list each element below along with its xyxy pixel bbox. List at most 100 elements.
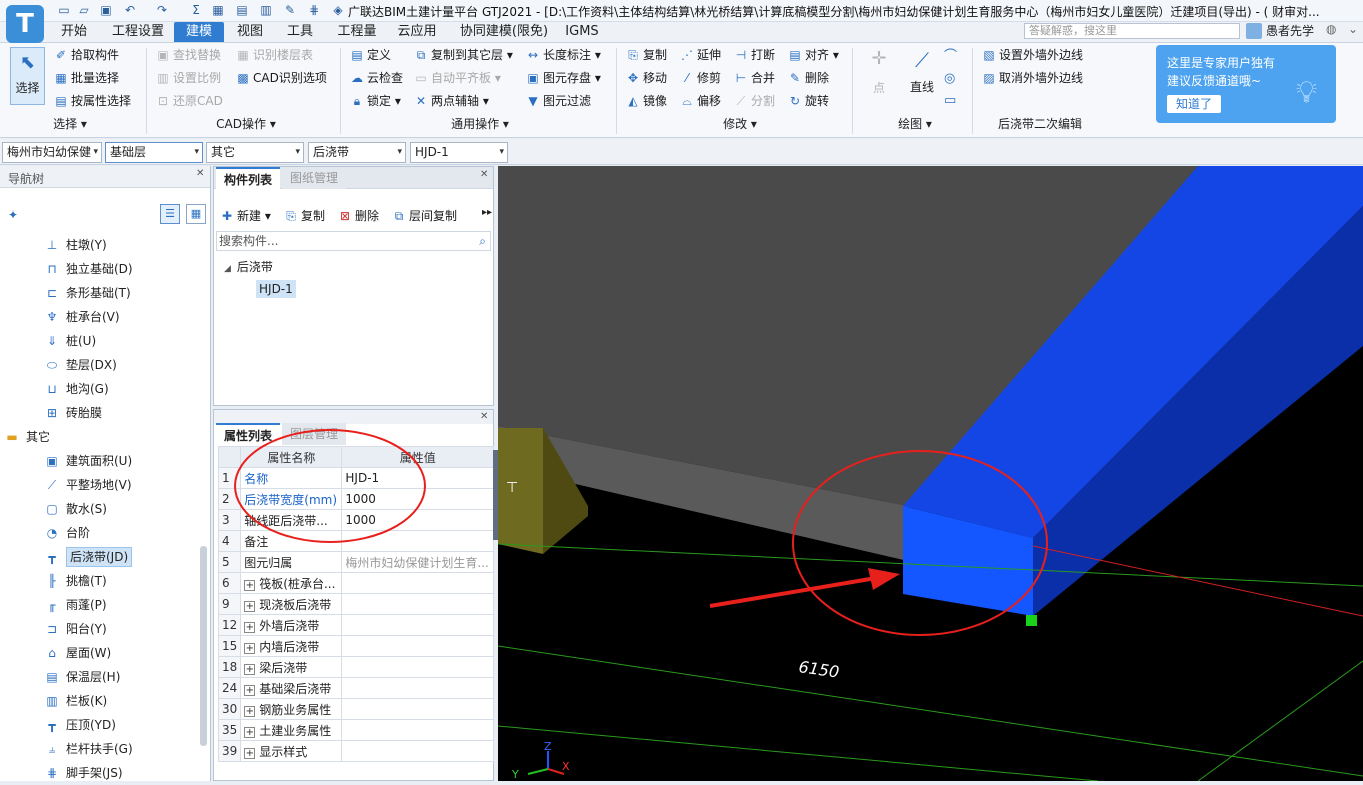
close-icon[interactable]: ✕ (480, 411, 488, 422)
tip-dismiss-button[interactable]: 知道了 (1167, 95, 1221, 113)
close-icon[interactable]: ✕ (480, 169, 488, 180)
align-button[interactable]: ▤ 对齐 ▾ (788, 45, 839, 65)
line-button[interactable]: ⟋ 直线 (904, 48, 940, 98)
tree-root[interactable]: ◢ 后浇带 (224, 257, 273, 279)
find-replace-button[interactable]: ▣ 查找替换 (156, 45, 221, 65)
nav-item[interactable]: ⊔ 地沟(G) (44, 377, 108, 401)
nav-item[interactable]: ▣ 建筑面积(U) (44, 449, 132, 473)
table-row[interactable]: 6 + 筏板(桩承台... (217, 572, 494, 594)
grid-icon[interactable]: ⋕ (306, 2, 322, 18)
plugin-icon[interactable]: ◈ (330, 2, 346, 18)
nav-item[interactable]: ⊏ 条形基础(T) (44, 281, 131, 305)
two-point-axis-button[interactable]: ✕ 两点辅轴 ▾ (414, 91, 489, 111)
nav-item-post-pour-strip[interactable]: ┳ 后浇带(JD) (44, 545, 133, 569)
table-row[interactable]: 12 + 外墙后浇带 (217, 614, 494, 636)
nav-item[interactable]: ▢ 散水(S) (44, 497, 107, 521)
merge-button[interactable]: ⊢ 合并 (734, 68, 775, 88)
group-label-general[interactable]: 通用操作 ▾ (420, 114, 540, 134)
mirror-button[interactable]: ◭ 镜像 (626, 91, 667, 111)
nav-item[interactable]: ╓ 雨蓬(P) (44, 593, 106, 617)
copy-between-floors-button[interactable]: ⧉ 层间复制 (392, 206, 457, 226)
expand-icon[interactable]: + (244, 663, 256, 675)
table-row[interactable]: 15 + 内墙后浇带 (217, 635, 494, 657)
expand-icon[interactable]: + (244, 642, 256, 654)
tab-project-settings[interactable]: 工程设置 (108, 22, 168, 42)
expand-icon[interactable]: + (244, 621, 256, 633)
identify-floor-table-button[interactable]: ▦ 识别楼层表 (236, 45, 313, 65)
break-button[interactable]: ⊣ 打断 (734, 45, 775, 65)
grid-view-icon[interactable]: ▦ (186, 204, 206, 224)
table-row[interactable]: 9 + 现浇板后浇带 (217, 593, 494, 615)
component-search-input[interactable]: 搜索构件... ⌕ (216, 231, 491, 251)
category-combo[interactable]: 其它 ▾ (206, 142, 304, 163)
set-scale-button[interactable]: ▥ 设置比例 (156, 68, 221, 88)
new-component-button[interactable]: ✚ 新建 ▾ (220, 206, 271, 226)
tab-collab-modeling[interactable]: 协同建模(限免) (452, 22, 556, 42)
nav-item[interactable]: ⊞ 砖胎膜 (44, 401, 102, 425)
grip-point[interactable] (1026, 615, 1037, 626)
select-by-property-button[interactable]: ▤ 按属性选择 (54, 91, 131, 111)
nav-item[interactable]: ▥ 栏板(K) (44, 689, 107, 713)
nav-item[interactable]: ┳ 压顶(YD) (44, 713, 116, 737)
nav-item[interactable]: ⊓ 独立基础(D) (44, 257, 132, 281)
help-search-input[interactable]: 答疑解惑，搜这里 (1024, 23, 1240, 39)
undo-icon[interactable]: ↶ (122, 2, 138, 18)
length-dimension-button[interactable]: ↔ 长度标注 ▾ (526, 45, 601, 65)
trim-button[interactable]: ⁄ 修剪 (680, 68, 721, 88)
project-combo[interactable]: 梅州市妇幼保健 ▾ (2, 142, 102, 163)
expand-icon[interactable]: + (244, 747, 256, 759)
nav-item[interactable]: ⬭ 垫层(DX) (44, 353, 117, 377)
nav-item[interactable]: ⫨ 栏杆扶手(G) (44, 737, 133, 761)
nav-category-other[interactable]: ▬ 其它 (4, 425, 50, 449)
nav-item[interactable]: ▤ 保温层(H) (44, 665, 120, 689)
table-row[interactable]: 35 + 土建业务属性 (217, 719, 494, 741)
floor-combo[interactable]: 基础层 ▾ (105, 142, 203, 163)
report-icon[interactable]: ▤ (234, 2, 250, 18)
auto-align-slab-button[interactable]: ▭ 自动平齐板 ▾ (414, 68, 501, 88)
nav-scrollbar[interactable] (200, 546, 207, 746)
user-name[interactable]: 愚者先学 (1266, 23, 1314, 39)
expand-icon[interactable]: + (244, 705, 256, 717)
save-icon[interactable]: ▣ (98, 2, 114, 18)
3d-viewport[interactable]: 6150 ⊤ Z X Y (498, 166, 1363, 781)
expand-icon[interactable]: + (244, 600, 256, 612)
open-folder-icon[interactable]: ▱ (76, 2, 92, 18)
group-label-select[interactable]: 选择 ▾ (40, 114, 100, 134)
sum-icon[interactable]: Σ (188, 2, 204, 18)
tab-start[interactable]: 开始 (52, 22, 96, 42)
rectangle-icon[interactable]: ▭ (944, 90, 956, 112)
tab-component-list[interactable]: 构件列表 (216, 167, 281, 189)
cancel-outer-wall-edge-button[interactable]: ▨ 取消外墙外边线 (982, 68, 1083, 88)
document-icon[interactable]: ▥ (258, 2, 274, 18)
select-button[interactable]: ⬉ 选择 (10, 47, 45, 105)
pick-component-button[interactable]: ✐ 拾取构件 (54, 45, 119, 65)
redo-icon[interactable]: ↷ (154, 2, 170, 18)
nav-item[interactable]: ◔ 台阶 (44, 521, 90, 545)
group-label-modify[interactable]: 修改 ▾ (700, 114, 780, 134)
restore-cad-button[interactable]: ⊡ 还原CAD (156, 91, 223, 111)
tab-cloud[interactable]: 云应用 (392, 22, 442, 42)
nav-item[interactable]: ⟋ 平整场地(V) (44, 473, 132, 497)
group-label-cad[interactable]: CAD操作 ▾ (196, 114, 296, 134)
tab-quantities[interactable]: 工程量 (330, 22, 384, 42)
expand-icon[interactable]: + (244, 684, 256, 696)
move-button[interactable]: ✥ 移动 (626, 68, 667, 88)
tree-item-hjd1[interactable]: HJD-1 (256, 280, 296, 298)
table-row[interactable]: 5 图元归属 梅州市妇幼保健计划生育... (217, 551, 494, 573)
batch-select-button[interactable]: ▦ 批量选择 (54, 68, 119, 88)
circle-icon[interactable]: ◎ (944, 68, 955, 90)
tab-drawing-management[interactable]: 图纸管理 (282, 167, 347, 189)
cloud-check-button[interactable]: ☁ 云检查 (350, 68, 403, 88)
tab-igms[interactable]: IGMS (560, 22, 604, 42)
copy-button[interactable]: ⎘ 复制 (626, 45, 667, 65)
expand-more-icon[interactable]: ▸▸ (482, 207, 492, 218)
tab-tools[interactable]: 工具 (280, 22, 320, 42)
element-filter-button[interactable]: ▼ 图元过滤 (526, 91, 591, 111)
copy-to-other-floor-button[interactable]: ⧉ 复制到其它层 ▾ (414, 45, 513, 65)
nav-item[interactable]: ⊥ 柱墩(Y) (44, 233, 107, 257)
type-combo[interactable]: 后浇带 ▾ (308, 142, 406, 163)
cad-identify-options-button[interactable]: ▩ CAD识别选项 (236, 68, 327, 88)
component-combo[interactable]: HJD-1 ▾ (410, 142, 508, 163)
calc-icon[interactable]: ▦ (210, 2, 226, 18)
lock-button[interactable]: 🔒︎ 锁定 ▾ (350, 91, 401, 111)
